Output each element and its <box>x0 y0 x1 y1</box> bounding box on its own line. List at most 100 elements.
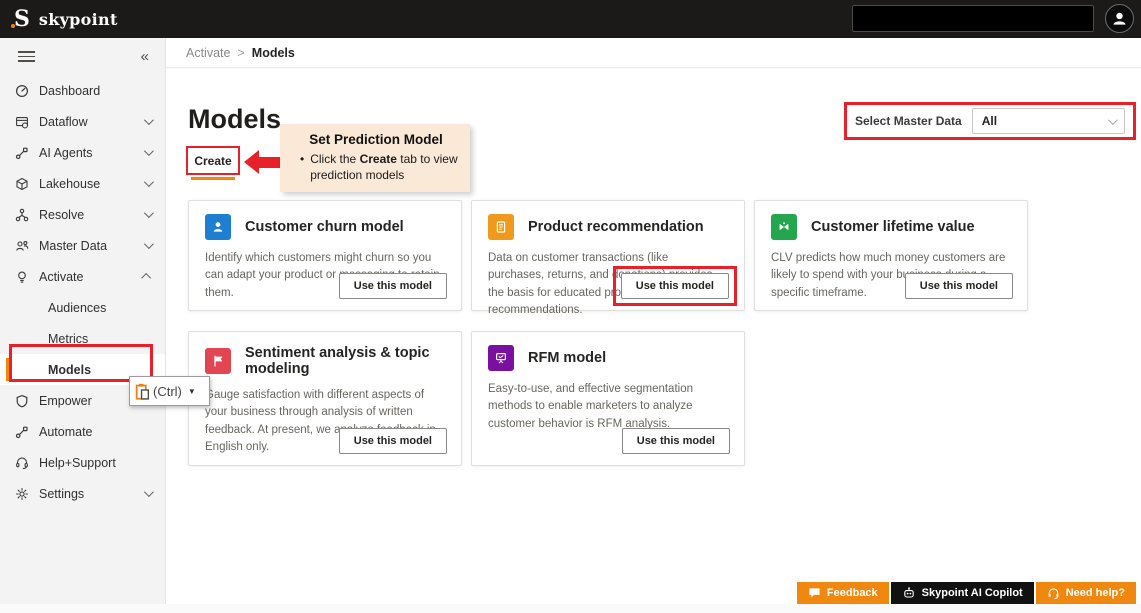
annotation-box-master-data: Select Master Data All <box>844 102 1136 140</box>
card-customer-churn-model: Customer churn model Identify which cust… <box>188 200 462 311</box>
search-input[interactable] <box>852 5 1094 32</box>
sidebar-item-label: Automate <box>39 424 93 439</box>
hamburger-menu-icon[interactable] <box>18 51 35 62</box>
need-help-label: Need help? <box>1065 587 1125 599</box>
bullet-glyph: • <box>300 152 305 166</box>
activate-icon <box>14 269 29 284</box>
sidebar-item-label: Activate <box>39 269 84 284</box>
sidebar-item-label: Resolve <box>39 207 85 222</box>
tab-create[interactable]: Create <box>194 154 231 168</box>
headset-icon <box>14 455 29 470</box>
breadcrumb: Activate > Models <box>166 38 1141 68</box>
callout-bullet-line: • Click the Create tab to view predictio… <box>292 151 460 183</box>
dropdown-caret-icon[interactable]: ▼ <box>188 387 196 396</box>
skypoint-logo[interactable]: S skypoint <box>11 6 118 32</box>
use-this-model-button[interactable]: Use this model <box>621 428 730 454</box>
breadcrumb-parent[interactable]: Activate <box>186 46 230 60</box>
sidebar-item-ai-agents[interactable]: AI Agents <box>0 137 165 168</box>
chevron-down-icon <box>1107 114 1118 125</box>
breadcrumb-separator: > <box>237 45 245 60</box>
need-help-button[interactable]: Need help? <box>1035 582 1136 604</box>
sidebar-item-label: Models <box>48 362 92 377</box>
sidebar-item-dataflow[interactable]: Dataflow <box>0 106 165 137</box>
sidebar-item-label: Audiences <box>48 300 107 315</box>
sidebar-item-label: Help+Support <box>39 455 116 470</box>
sidebar-item-label: Settings <box>39 486 85 501</box>
paste-options-popup[interactable]: (Ctrl) ▼ <box>129 376 210 406</box>
sidebar-item-resolve[interactable]: Resolve <box>0 199 165 230</box>
value-icon <box>771 214 797 240</box>
use-this-model-button[interactable]: Use this model <box>620 273 729 299</box>
top-bar: S skypoint <box>0 0 1141 38</box>
page: S skypoint « Dashboard Dataflow AI Agent… <box>0 0 1141 613</box>
headset-icon <box>1048 587 1059 599</box>
resolve-icon <box>14 207 29 222</box>
collapse-sidebar-icon[interactable]: « <box>141 48 149 65</box>
speech-bubble-icon <box>809 588 820 598</box>
callout-text: Click the Create tab to view prediction … <box>310 152 458 183</box>
footer-action-bar: Feedback Skypoint AI Copilot Need help? <box>796 582 1136 604</box>
paste-popup-label: (Ctrl) <box>153 383 182 399</box>
sidebar-item-label: AI Agents <box>39 145 93 160</box>
sidebar-item-automate[interactable]: Automate <box>0 416 165 447</box>
dataflow-icon <box>14 114 29 129</box>
card-title: Customer lifetime value <box>811 219 975 235</box>
sidebar: « Dashboard Dataflow AI Agents Lakehouse… <box>0 38 166 604</box>
dashboard-icon <box>14 83 29 98</box>
document-icon <box>488 214 514 240</box>
callout-title: Set Prediction Model <box>309 132 443 147</box>
card-product-recommendation: Product recommendation Data on customer … <box>471 200 745 316</box>
clipboard-icon <box>135 383 150 400</box>
chevron-down-icon <box>143 208 154 219</box>
automate-icon <box>14 424 29 439</box>
card-customer-lifetime-value: Customer lifetime value CLV predicts how… <box>754 200 1028 311</box>
page-title: Models <box>188 104 282 134</box>
master-data-select[interactable]: All <box>971 108 1125 134</box>
sidebar-item-settings[interactable]: Settings <box>0 478 165 509</box>
model-cards-grid: Customer churn model Identify which cust… <box>188 200 1028 466</box>
copilot-label: Skypoint AI Copilot <box>921 587 1023 599</box>
chevron-down-icon <box>143 487 154 498</box>
chevron-down-icon <box>143 146 154 157</box>
feedback-label: Feedback <box>826 587 878 599</box>
person-icon <box>205 214 231 240</box>
annotation-box-create: Create <box>186 146 240 175</box>
card-title: Customer churn model <box>245 219 404 235</box>
instruction-callout: Set Prediction Model • Click the Create … <box>280 124 470 193</box>
sidebar-item-help-support[interactable]: Help+Support <box>0 447 165 478</box>
card-rfm-model: RFM model Easy-to-use, and effective seg… <box>471 331 745 466</box>
logo-text: skypoint <box>38 9 118 29</box>
chevron-down-icon <box>143 177 154 188</box>
use-this-model-button[interactable]: Use this model <box>904 273 1013 299</box>
active-tab-indicator <box>191 177 235 180</box>
user-avatar[interactable] <box>1105 4 1134 33</box>
sidebar-item-metrics[interactable]: Metrics <box>0 323 165 354</box>
annotation-box-use-model: Use this model <box>612 266 737 306</box>
main-content: Activate > Models Models Select Master D… <box>166 38 1141 604</box>
card-description: Easy-to-use, and effective segmentation … <box>488 383 693 430</box>
sidebar-header: « <box>0 38 165 75</box>
use-this-model-button[interactable]: Use this model <box>338 273 447 299</box>
sidebar-item-activate[interactable]: Activate <box>0 261 165 292</box>
sidebar-item-lakehouse[interactable]: Lakehouse <box>0 168 165 199</box>
use-this-model-button[interactable]: Use this model <box>338 428 447 454</box>
master-data-value: All <box>981 114 998 128</box>
card-title: Sentiment analysis & topic modeling <box>245 345 430 377</box>
skypoint-ai-copilot-button[interactable]: Skypoint AI Copilot <box>890 582 1034 604</box>
ai-agents-icon <box>14 145 29 160</box>
sidebar-item-label: Master Data <box>39 238 108 253</box>
master-data-label: Select Master Data <box>855 114 962 128</box>
sidebar-item-label: Dataflow <box>39 114 88 129</box>
feedback-button[interactable]: Feedback <box>796 582 889 604</box>
card-sentiment-analysis: Sentiment analysis & topic modeling Gaug… <box>188 331 462 466</box>
master-data-icon <box>14 238 29 253</box>
gear-icon <box>14 486 29 501</box>
selected-indicator <box>6 358 10 381</box>
sidebar-item-audiences[interactable]: Audiences <box>0 292 165 323</box>
sidebar-item-dashboard[interactable]: Dashboard <box>0 75 165 106</box>
sidebar-item-master-data[interactable]: Master Data <box>0 230 165 261</box>
copilot-bot-icon <box>903 587 914 598</box>
shield-icon <box>14 393 29 408</box>
card-title: Product recommendation <box>528 219 704 235</box>
lakehouse-icon <box>14 176 29 191</box>
